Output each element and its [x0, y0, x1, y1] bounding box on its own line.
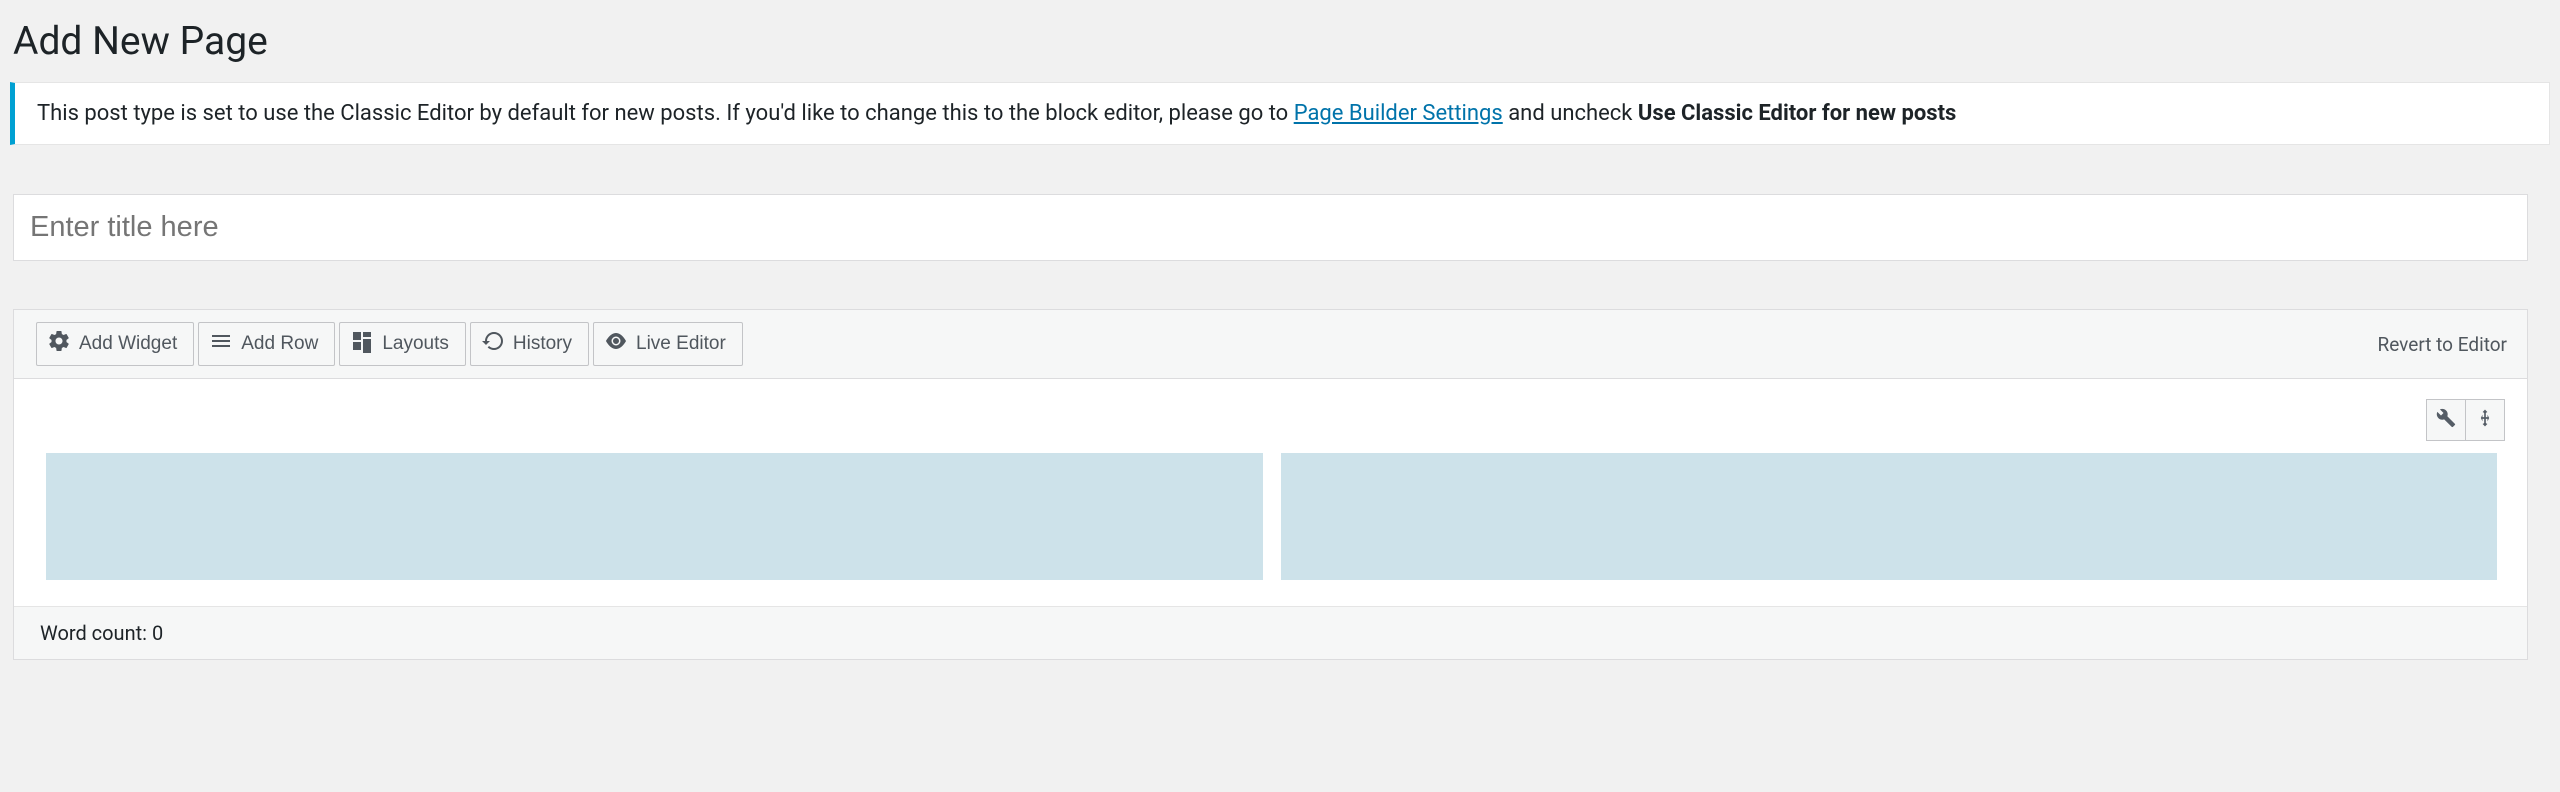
wrench-icon	[2436, 408, 2456, 432]
row-settings-button[interactable]	[2426, 399, 2466, 441]
gear-icon	[47, 329, 71, 359]
builder-cell[interactable]	[1281, 453, 2498, 580]
live-editor-label: Live Editor	[636, 333, 726, 355]
builder-cell[interactable]	[46, 453, 1263, 580]
word-count-label: Word count:	[40, 621, 152, 645]
eye-icon	[604, 329, 628, 359]
grid-icon	[350, 329, 374, 359]
layouts-button[interactable]: Layouts	[339, 322, 466, 366]
history-label: History	[513, 333, 572, 355]
notice-text-bold: Use Classic Editor for new posts	[1638, 101, 1956, 126]
add-row-label: Add Row	[241, 333, 318, 355]
page-builder-canvas	[14, 379, 2527, 606]
page-title: Add New Page	[10, 0, 2560, 82]
move-vertical-icon	[2475, 408, 2495, 432]
row-controls	[2426, 399, 2505, 441]
notice-text-pre: This post type is set to use the Classic…	[37, 101, 1294, 126]
add-widget-button[interactable]: Add Widget	[36, 322, 194, 366]
add-widget-label: Add Widget	[79, 333, 177, 355]
notice-text-mid: and uncheck	[1503, 101, 1638, 126]
revert-to-editor-link[interactable]: Revert to Editor	[2378, 333, 2510, 356]
add-row-button[interactable]: Add Row	[198, 322, 335, 366]
row-move-button[interactable]	[2465, 399, 2505, 441]
editor-notice: This post type is set to use the Classic…	[10, 82, 2550, 145]
page-builder-settings-link[interactable]: Page Builder Settings	[1294, 101, 1503, 126]
builder-row[interactable]	[34, 453, 2509, 580]
page-builder-editor: Add Widget Add Row Layouts History Live …	[13, 309, 2528, 660]
statusbar: Word count: 0	[14, 606, 2527, 659]
title-input[interactable]	[13, 194, 2528, 261]
menu-icon	[209, 329, 233, 359]
page-builder-toolbar: Add Widget Add Row Layouts History Live …	[14, 310, 2527, 379]
undo-icon	[481, 329, 505, 359]
history-button[interactable]: History	[470, 322, 589, 366]
word-count-value: 0	[152, 621, 163, 645]
live-editor-button[interactable]: Live Editor	[593, 322, 743, 366]
layouts-label: Layouts	[382, 333, 449, 355]
